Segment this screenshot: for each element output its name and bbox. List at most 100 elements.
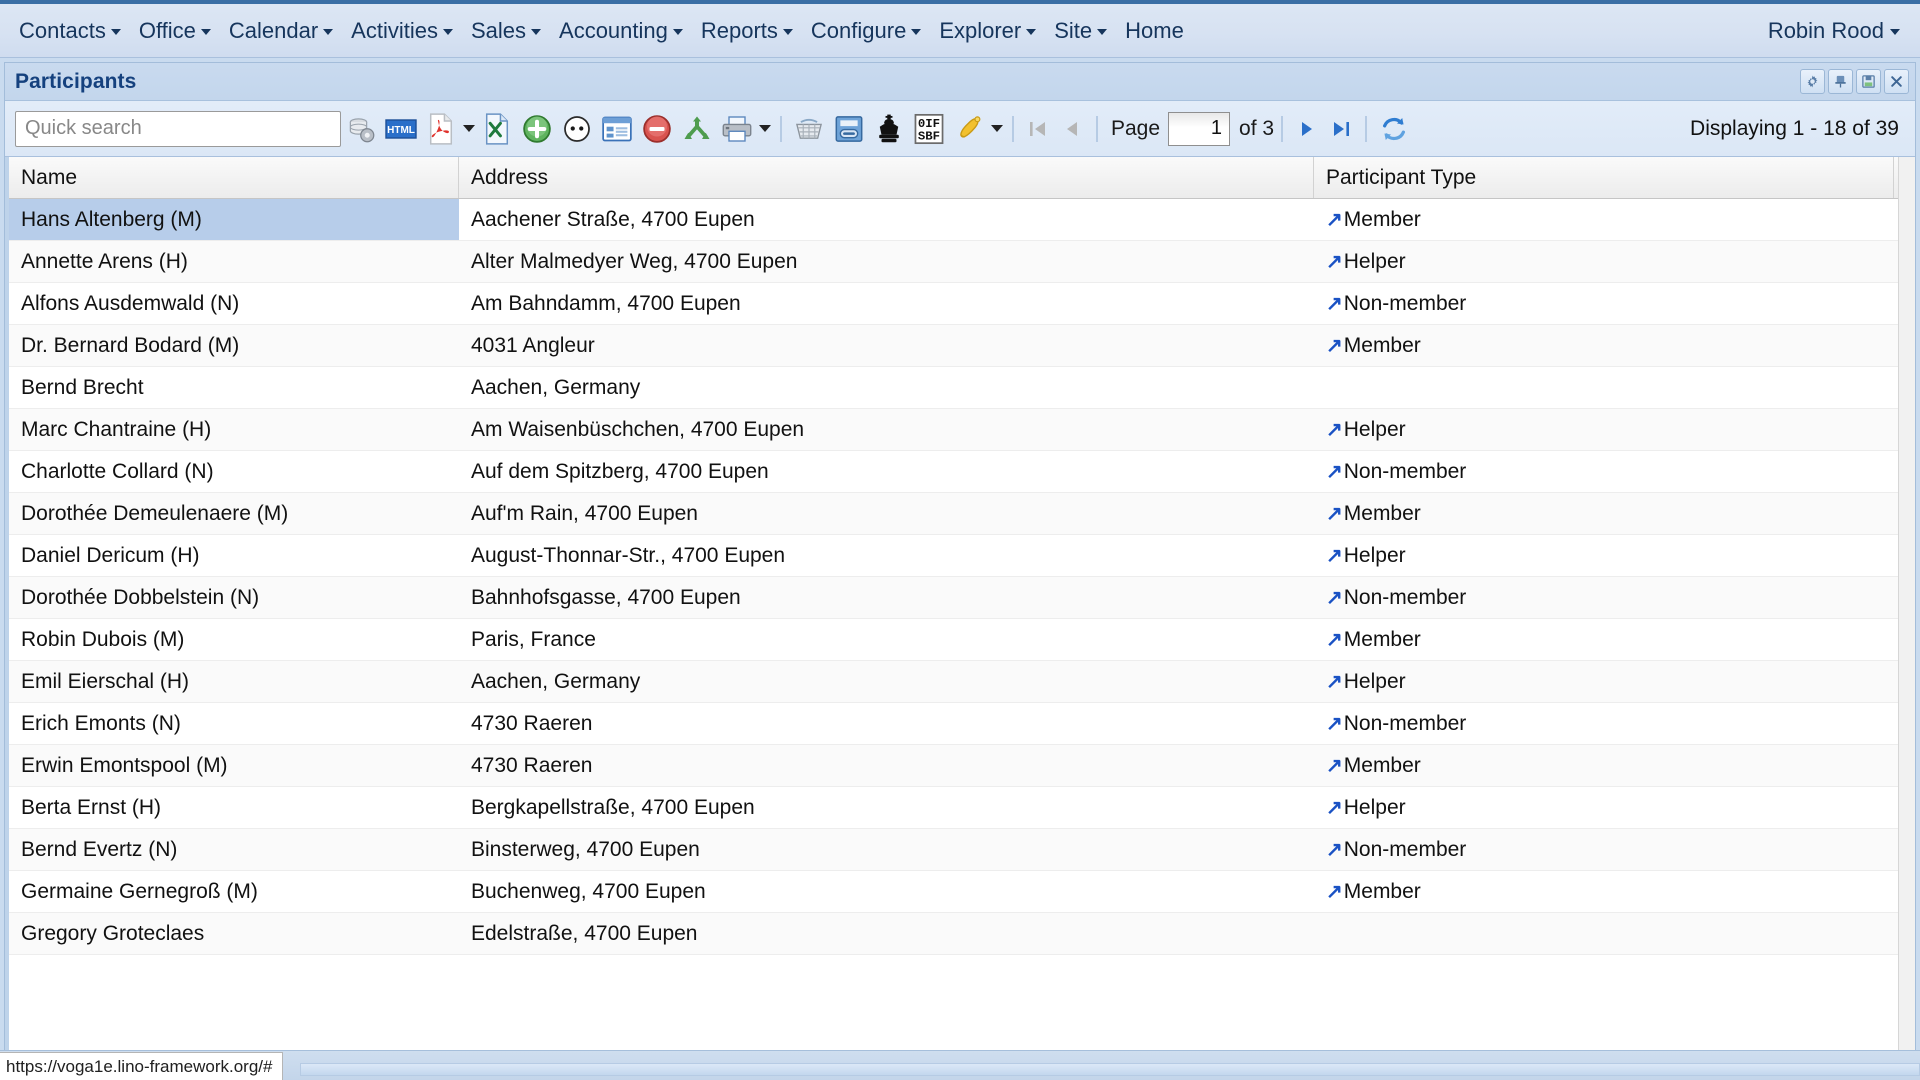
cell-address[interactable]: 4730 Raeren [459,703,1314,744]
column-header-participant-type[interactable]: Participant Type [1314,157,1894,198]
cell-address[interactable]: Alter Malmedyer Weg, 4700 Eupen [459,241,1314,282]
cell-address[interactable]: Paris, France [459,619,1314,660]
menu-item-site[interactable]: Site [1045,14,1116,48]
cell-name[interactable]: Germaine Gernegroß (M) [9,871,459,912]
cell-name[interactable]: Annette Arens (H) [9,241,459,282]
external-link-arrow-icon[interactable]: ↗ [1326,630,1343,650]
horizontal-scrollbar[interactable] [300,1063,1920,1076]
menu-item-explorer[interactable]: Explorer [930,14,1045,48]
first-page-button[interactable] [1021,109,1055,149]
external-link-arrow-icon[interactable]: ↗ [1326,882,1343,902]
external-link-arrow-icon[interactable]: ↗ [1326,420,1343,440]
pin-icon[interactable] [1828,69,1853,94]
prev-page-button[interactable] [1055,109,1089,149]
external-link-arrow-icon[interactable]: ↗ [1326,504,1343,524]
cell-address[interactable]: Aachener Straße, 4700 Eupen [459,199,1314,240]
cell-address[interactable]: Am Bahndamm, 4700 Eupen [459,283,1314,324]
page-input[interactable] [1168,111,1231,146]
cell-name[interactable]: Hans Altenberg (M) [9,199,459,240]
cell-name[interactable]: Gregory Groteclaes [9,913,459,954]
cell-name[interactable]: Charlotte Collard (N) [9,451,459,492]
table-row[interactable]: Bernd Evertz (N) Binsterweg, 4700 Eupen ↗ N… [9,829,1898,871]
column-header-address[interactable]: Address [459,157,1314,198]
cell-address[interactable]: Am Waisenbüschchen, 4700 Eupen [459,409,1314,450]
cell-name[interactable]: Daniel Dericum (H) [9,535,459,576]
cell-participant-type[interactable]: ↗ Helper [1314,409,1894,450]
menu-item-sales[interactable]: Sales [462,14,550,48]
basket-icon[interactable] [789,109,829,149]
cell-participant-type[interactable]: ↗ Member [1314,745,1894,786]
duplicate-row-icon[interactable] [557,109,597,149]
menu-item-home[interactable]: Home [1116,14,1193,48]
cell-name[interactable]: Emil Eierschal (H) [9,661,459,702]
cell-address[interactable]: Auf dem Spitzberg, 4700 Eupen [459,451,1314,492]
external-link-arrow-icon[interactable]: ↗ [1326,756,1343,776]
external-link-arrow-icon[interactable]: ↗ [1326,588,1343,608]
cell-participant-type[interactable]: ↗ Non-member [1314,703,1894,744]
column-header-name[interactable]: Name [9,157,459,198]
external-link-arrow-icon[interactable]: ↗ [1326,714,1343,734]
delete-record-icon[interactable] [637,109,677,149]
menu-item-reports[interactable]: Reports [692,14,802,48]
external-link-arrow-icon[interactable]: ↗ [1326,210,1343,230]
vertical-scrollbar[interactable] [1898,157,1915,1073]
table-row[interactable]: Marc Chantraine (H) Am Waisenbüschchen, 4… [9,409,1898,451]
external-link-arrow-icon[interactable]: ↗ [1326,672,1343,692]
cell-participant-type[interactable] [1314,913,1894,954]
cell-address[interactable]: Aachen, Germany [459,367,1314,408]
cell-address[interactable]: Buchenweg, 4700 Eupen [459,871,1314,912]
table-row[interactable]: Daniel Dericum (H) August-Thonnar-Str., 4… [9,535,1898,577]
book-link-icon[interactable] [829,109,869,149]
cell-participant-type[interactable]: ↗ Member [1314,199,1894,240]
table-row[interactable]: Emil Eierschal (H) Aachen, Germany ↗ Helper [9,661,1898,703]
table-row[interactable]: Gregory Groteclaes Edelstraße, 4700 Eupen [9,913,1898,955]
table-row[interactable]: Annette Arens (H) Alter Malmedyer Weg, 47… [9,241,1898,283]
table-row[interactable]: Berta Ernst (H) Bergkapellstraße, 4700 Eu… [9,787,1898,829]
menu-item-activities[interactable]: Activities [342,14,462,48]
cell-name[interactable]: Berta Ernst (H) [9,787,459,828]
table-row[interactable]: Dr. Bernard Bodard (M) 4031 Angleur ↗ Membe… [9,325,1898,367]
cell-participant-type[interactable]: ↗ Non-member [1314,283,1894,324]
menu-item-contacts[interactable]: Contacts [10,14,130,48]
cell-address[interactable]: Aachen, Germany [459,661,1314,702]
cell-participant-type[interactable]: ↗ Helper [1314,241,1894,282]
merge-rows-icon[interactable] [677,109,717,149]
cell-address[interactable]: 4031 Angleur [459,325,1314,366]
html-export-icon[interactable]: HTML [381,109,421,149]
cell-participant-type[interactable] [1314,367,1894,408]
cell-address[interactable]: Auf'm Rain, 4700 Eupen [459,493,1314,534]
table-row[interactable]: Germaine Gernegroß (M) Buchenweg, 4700 Eu… [9,871,1898,913]
last-page-button[interactable] [1324,109,1358,149]
cell-address[interactable]: Bahnhofsgasse, 4700 Eupen [459,577,1314,618]
save-icon[interactable] [1856,69,1881,94]
bell-icon[interactable] [949,109,989,149]
table-row[interactable]: Bernd Brecht Aachen, Germany [9,367,1898,409]
menu-item-accounting[interactable]: Accounting [550,14,692,48]
cell-address[interactable]: August-Thonnar-Str., 4700 Eupen [459,535,1314,576]
insert-record-icon[interactable] [517,109,557,149]
seven-segment-icon[interactable]: 0IF SBF [909,109,949,149]
cell-name[interactable]: Robin Dubois (M) [9,619,459,660]
cell-participant-type[interactable]: ↗ Member [1314,871,1894,912]
table-row[interactable]: Robin Dubois (M) Paris, France ↗ Member [9,619,1898,661]
external-link-arrow-icon[interactable]: ↗ [1326,294,1343,314]
table-row[interactable]: Dorothée Dobbelstein (N) Bahnhofsgasse, 4… [9,577,1898,619]
cell-name[interactable]: Dorothée Dobbelstein (N) [9,577,459,618]
cell-participant-type[interactable]: ↗ Member [1314,493,1894,534]
cell-address[interactable]: Edelstraße, 4700 Eupen [459,913,1314,954]
table-row[interactable]: Alfons Ausdemwald (N) Am Bahndamm, 4700 E… [9,283,1898,325]
bell-dropdown-caret[interactable] [989,109,1005,149]
cell-participant-type[interactable]: ↗ Non-member [1314,829,1894,870]
print-dropdown-caret[interactable] [757,109,773,149]
cell-participant-type[interactable]: ↗ Member [1314,619,1894,660]
table-row[interactable]: Hans Altenberg (M) Aachener Straße, 4700 … [9,199,1898,241]
external-link-arrow-icon[interactable]: ↗ [1326,798,1343,818]
cell-name[interactable]: Marc Chantraine (H) [9,409,459,450]
horizontal-scrollbar-thumb[interactable] [301,1064,1919,1075]
cell-name[interactable]: Alfons Ausdemwald (N) [9,283,459,324]
cell-name[interactable]: Erich Emonts (N) [9,703,459,744]
external-link-arrow-icon[interactable]: ↗ [1326,336,1343,356]
print-icon[interactable] [717,109,757,149]
next-page-button[interactable] [1290,109,1324,149]
cell-participant-type[interactable]: ↗ Non-member [1314,451,1894,492]
